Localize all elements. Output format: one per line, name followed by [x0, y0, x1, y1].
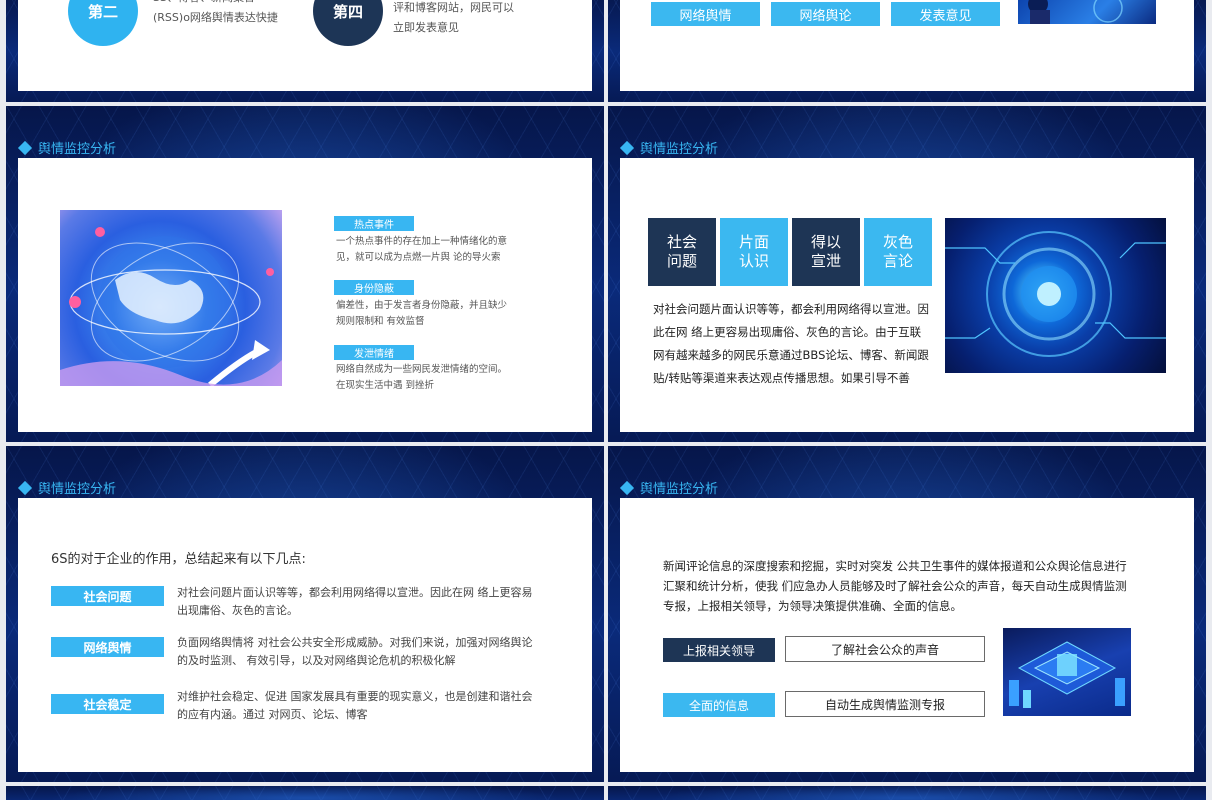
slide-6[interactable]: 舆情监控分析 新闻评论信息的深度搜索和挖掘，实时对突发 公共卫生事件的媒体报道和…	[608, 446, 1206, 782]
left-text: SS、博客、新闻聚合 (RSS)o网络舆情表达快捷	[153, 0, 278, 28]
square-line: 宣泄	[810, 252, 841, 270]
para-line: 专报，上报相关领导，为领导决策提供准确、全面的信息。	[663, 599, 962, 613]
slide-title: 舆情监控分析	[619, 138, 719, 157]
diamond-icon	[17, 140, 33, 155]
square-line: 问题	[666, 252, 697, 270]
desc-line: 偏差性，由于发言者身份隐蔽，并且缺少	[336, 300, 508, 311]
square-vent: 得以 宣泄	[792, 218, 860, 286]
square-line: 言论	[882, 252, 913, 270]
desc-line: 在现实生活中遇 到挫折	[336, 380, 435, 391]
row-label-social-issue: 社会问题	[51, 586, 164, 606]
right-text: 评和博客网站，网民可以 立即发表意见	[393, 0, 514, 38]
slide-title-text: 舆情监控分析	[38, 142, 117, 157]
row-line: 对社会问题片面认识等等，都会利用网络得以宣泄。因此在网 络上更容易	[177, 586, 533, 599]
row-line: 对维护社会稳定、促进 国家发展具有重要的现实意义，也是创建和谐社会	[177, 690, 533, 703]
badge-second: 第二	[68, 0, 138, 46]
para-line: 网有越来越多的网民乐意通过BBS论坛、博客、新闻跟	[653, 348, 929, 362]
square-line: 灰色	[882, 233, 913, 251]
left-text-line: SS、博客、新闻聚合	[153, 0, 278, 8]
row-line: 的应有内涵。通过 对网页、论坛、博客	[177, 708, 368, 721]
box-comprehensive-info: 全面的信息	[663, 693, 775, 717]
label-hidden-identity: 身份隐蔽	[334, 280, 414, 295]
slide-3[interactable]: 舆情监控分析 热点事件 一个热点事件的存在加上一种情绪化的意 见，就可以成为点燃…	[6, 106, 604, 442]
square-partial-view: 片面 认识	[720, 218, 788, 286]
tag-express-opinion: 发表意见	[891, 2, 1000, 26]
square-line: 得以	[810, 233, 841, 251]
square-social-issue: 社会 问题	[648, 218, 716, 286]
tech-image-art	[1028, 0, 1123, 24]
slide-2[interactable]: 网络舆情 网络舆论 发表意见	[608, 0, 1206, 102]
row-text-social-issue: 对社会问题片面认识等等，都会利用网络得以宣泄。因此在网 络上更容易 出现庸俗、灰…	[177, 584, 572, 620]
slide-1[interactable]: 第二 SS、博客、新闻聚合 (RSS)o网络舆情表达快捷 第四 评和博客网站，网…	[6, 0, 604, 102]
desc-line: 规则限制和 有效监督	[336, 316, 425, 327]
row-label-social-stability: 社会稳定	[51, 694, 164, 714]
diamond-icon	[619, 140, 635, 155]
square-line: 片面	[738, 233, 769, 251]
para-line: 对社会问题片面认识等等，都会利用网络得以宣泄。因	[653, 302, 929, 316]
box-auto-report: 自动生成舆情监测专报	[785, 691, 985, 717]
analysis-paragraph: 对社会问题片面认识等等，都会利用网络得以宣泄。因 此在网 络上更容易出现庸俗、灰…	[653, 298, 929, 390]
row-text-network-opinion: 负面网络舆情将 对社会公共安全形成威胁。对我们来说，加强对网络舆论 的及时监测、…	[177, 634, 572, 670]
para-line: 汇聚和统计分析，使我 们应急办人员能够及时了解社会公众的声音，每天自动生成舆情监…	[663, 579, 1127, 593]
para-line: 此在网 络上更容易出现庸俗、灰色的言论。由于互联	[653, 325, 922, 339]
slide-title: 舆情监控分析	[619, 478, 719, 497]
slide-title: 舆情监控分析	[17, 478, 117, 497]
slide-card: 新闻评论信息的深度搜索和挖掘，实时对突发 公共卫生事件的媒体报道和公众舆论信息进…	[620, 498, 1194, 772]
para-line: 贴/转贴等渠道来表达观点传播思想。如果引导不善	[653, 371, 910, 385]
row-line: 的及时监测、 有效引导，以及对网络舆论危机的积极化解	[177, 654, 456, 667]
slide-4[interactable]: 舆情监控分析 社会 问题 片面 认识 得以 宣泄 灰色 言论 对社会问题片面认识…	[608, 106, 1206, 442]
badge-fourth: 第四	[313, 0, 383, 46]
tech-circle-art	[945, 231, 1166, 357]
isometric-art	[1009, 641, 1125, 708]
row-line: 出现庸俗、灰色的言论。	[177, 604, 298, 617]
diamond-icon	[619, 480, 635, 495]
desc-hot-event: 一个热点事件的存在加上一种情绪化的意 见，就可以成为点燃一片舆 论的导火索	[336, 234, 507, 266]
desc-line: 网络自然成为一些网民发泄情绪的空间。	[336, 364, 508, 375]
tag-network-opinion: 网络舆情	[651, 2, 760, 26]
tech-image	[1018, 0, 1156, 24]
intro-paragraph: 新闻评论信息的深度搜索和挖掘，实时对突发 公共卫生事件的媒体报道和公众舆论信息进…	[663, 556, 1127, 616]
slide-card: 网络舆情 网络舆论 发表意见	[620, 0, 1194, 91]
row-label-network-opinion: 网络舆情	[51, 637, 164, 657]
slide-card: 社会 问题 片面 认识 得以 宣泄 灰色 言论 对社会问题片面认识等等，都会利用…	[620, 158, 1194, 432]
desc-line: 见，就可以成为点燃一片舆 论的导火索	[336, 252, 501, 263]
square-line: 认识	[738, 252, 769, 270]
square-line: 社会	[666, 233, 697, 251]
box-report-leaders: 上报相关领导	[663, 638, 775, 662]
desc-hidden-identity: 偏差性，由于发言者身份隐蔽，并且缺少 规则限制和 有效监督	[336, 298, 507, 330]
tag-network-discussion: 网络舆论	[771, 2, 880, 26]
intro-text: 6S的对于企业的作用，总结起来有以下几点:	[51, 552, 306, 567]
row-text-social-stability: 对维护社会稳定、促进 国家发展具有重要的现实意义，也是创建和谐社会 的应有内涵。…	[177, 688, 572, 724]
left-text-line: (RSS)o网络舆情表达快捷	[153, 11, 278, 24]
slide-5[interactable]: 舆情监控分析 6S的对于企业的作用，总结起来有以下几点: 社会问题 对社会问题片…	[6, 446, 604, 782]
right-text-line: 评和博客网站，网民可以	[393, 1, 514, 14]
slide-title: 舆情监控分析	[17, 138, 117, 157]
desc-vent-emotion: 网络自然成为一些网民发泄情绪的空间。 在现实生活中遇 到挫折	[336, 362, 507, 394]
slide-title-text: 舆情监控分析	[38, 482, 117, 497]
slide-card: 6S的对于企业的作用，总结起来有以下几点: 社会问题 对社会问题片面认识等等，都…	[18, 498, 592, 772]
row-line: 负面网络舆情将 对社会公共安全形成威胁。对我们来说，加强对网络舆论	[177, 636, 533, 649]
globe-art	[60, 227, 282, 386]
diamond-icon	[17, 480, 33, 495]
slide-card: 第二 SS、博客、新闻聚合 (RSS)o网络舆情表达快捷 第四 评和博客网站，网…	[18, 0, 592, 91]
label-hot-event: 热点事件	[334, 216, 414, 231]
slide-7[interactable]	[6, 786, 604, 800]
slide-8[interactable]	[608, 786, 1206, 800]
square-gray-speech: 灰色 言论	[864, 218, 932, 286]
tech-circle-image	[945, 218, 1166, 373]
right-text-line: 立即发表意见	[393, 21, 459, 34]
slide-title-text: 舆情监控分析	[640, 142, 719, 157]
isometric-server-image	[1003, 628, 1131, 716]
box-public-voice: 了解社会公众的声音	[785, 636, 985, 662]
slide-card: 热点事件 一个热点事件的存在加上一种情绪化的意 见，就可以成为点燃一片舆 论的导…	[18, 158, 592, 432]
slide-title-text: 舆情监控分析	[640, 482, 719, 497]
globe-image	[60, 210, 282, 386]
desc-line: 一个热点事件的存在加上一种情绪化的意	[336, 236, 508, 247]
para-line: 新闻评论信息的深度搜索和挖掘，实时对突发 公共卫生事件的媒体报道和公众舆论信息进…	[663, 559, 1127, 573]
label-vent-emotion: 发泄情绪	[334, 345, 414, 360]
